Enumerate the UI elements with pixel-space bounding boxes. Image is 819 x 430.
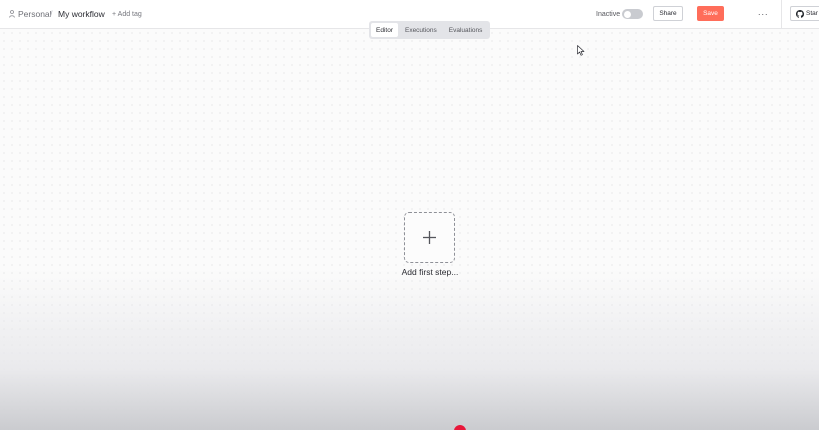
active-status-label: Inactive	[596, 10, 621, 18]
github-star-button[interactable]: Star	[790, 6, 819, 21]
breadcrumb-project[interactable]: Personal	[9, 0, 52, 28]
workflow-editor: Personal / My workflow + Add tag Inactiv…	[0, 0, 819, 430]
active-toggle[interactable]	[622, 9, 643, 19]
tab-executions[interactable]: Executions	[400, 23, 442, 37]
github-icon	[796, 9, 804, 18]
view-tabs: Editor Executions Evaluations	[369, 21, 490, 39]
add-first-step-label: Add first step...	[401, 267, 459, 277]
recording-indicator	[454, 425, 466, 430]
plus-icon	[423, 231, 436, 244]
workflow-name[interactable]: My workflow	[58, 0, 105, 28]
toggle-knob	[623, 10, 631, 18]
person-icon	[9, 10, 15, 18]
tab-editor[interactable]: Editor	[371, 23, 398, 37]
github-star-label: Star	[806, 10, 818, 17]
share-button[interactable]: Share	[653, 6, 683, 21]
tab-evaluations[interactable]: Evaluations	[444, 23, 488, 37]
header-divider	[781, 0, 782, 29]
mouse-pointer-icon	[577, 45, 585, 56]
add-first-step-button[interactable]	[404, 212, 455, 263]
breadcrumb-separator: /	[50, 9, 53, 19]
more-options-button[interactable]: ···	[753, 6, 773, 21]
save-button[interactable]: Save	[697, 6, 724, 21]
add-tag-button[interactable]: + Add tag	[112, 0, 142, 28]
project-name: Personal	[18, 9, 52, 19]
